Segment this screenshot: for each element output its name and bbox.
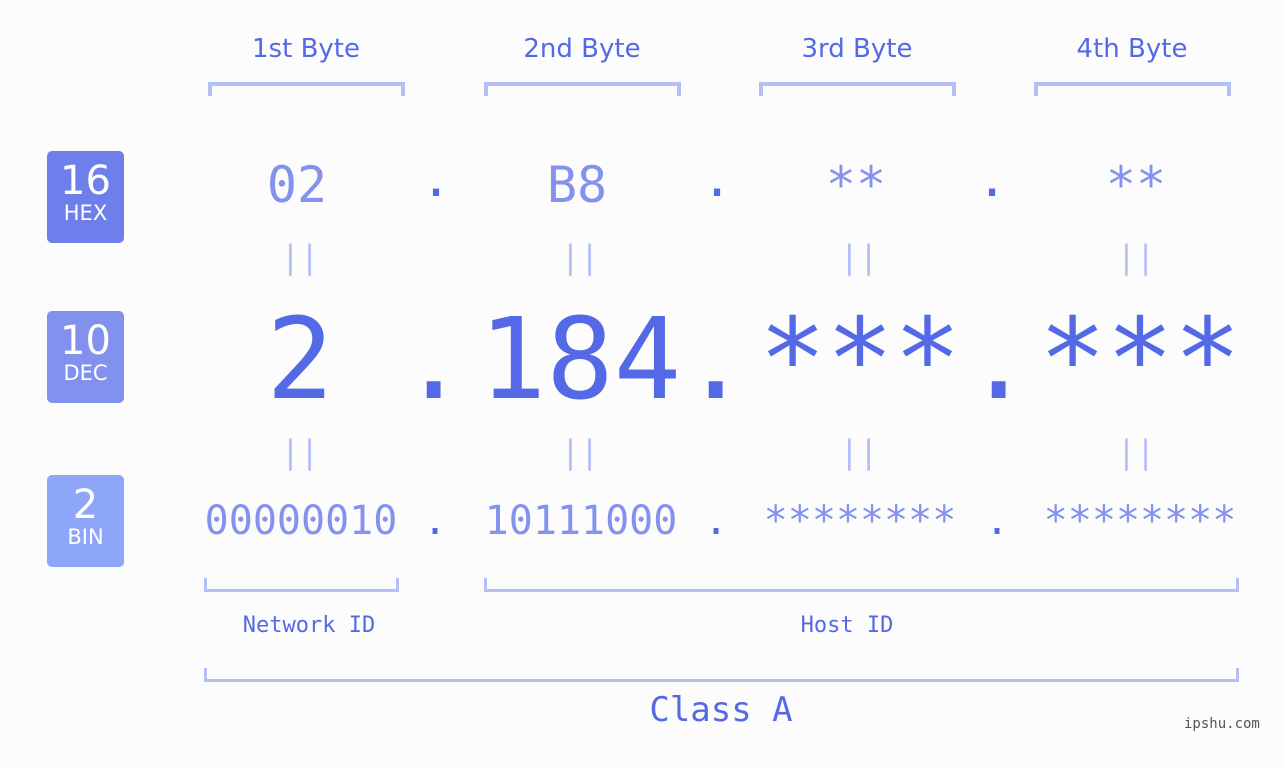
bin-separator-1: .: [423, 498, 448, 544]
host-id-bracket: [484, 578, 1239, 592]
equals-dec-bin-1: ||: [280, 433, 320, 471]
byte-header-3: 3rd Byte: [801, 34, 913, 64]
byte-bracket-3: [759, 82, 956, 96]
equals-hex-dec-3: ||: [839, 238, 879, 276]
hex-separator-3: .: [977, 150, 1008, 208]
bin-value-2: 10111000: [484, 498, 678, 544]
hex-badge: 16 HEX: [47, 151, 124, 243]
bin-base-label: BIN: [67, 525, 104, 549]
hex-value-4: **: [1105, 156, 1167, 214]
hex-separator-1: .: [421, 150, 452, 208]
dec-value-4: ***: [1038, 295, 1242, 425]
byte-bracket-4: [1034, 82, 1231, 96]
byte-header-1: 1st Byte: [252, 34, 360, 64]
byte-header-2: 2nd Byte: [523, 34, 641, 64]
class-bracket: [204, 668, 1239, 682]
dec-value-2: 184: [478, 295, 682, 425]
bin-value-1: 00000010: [204, 498, 398, 544]
bin-separator-3: .: [985, 498, 1010, 544]
equals-dec-bin-4: ||: [1116, 433, 1156, 471]
bin-separator-2: .: [704, 498, 729, 544]
dec-value-1: 2: [266, 295, 334, 425]
dec-value-3: ***: [758, 295, 962, 425]
equals-hex-dec-1: ||: [280, 238, 320, 276]
class-label: Class A: [649, 690, 793, 730]
byte-header-4: 4th Byte: [1076, 34, 1188, 64]
hex-value-2: B8: [546, 156, 608, 214]
equals-hex-dec-2: ||: [560, 238, 600, 276]
hex-value-1: 02: [266, 156, 328, 214]
watermark: ipshu.com: [1184, 716, 1260, 732]
bin-badge: 2 BIN: [47, 475, 124, 567]
dec-badge: 10 DEC: [47, 311, 124, 403]
dec-base-label: DEC: [63, 361, 108, 385]
hex-separator-2: .: [702, 150, 733, 208]
hex-base-label: HEX: [63, 201, 108, 225]
bin-base-number: 2: [72, 482, 99, 528]
equals-dec-bin-3: ||: [839, 433, 879, 471]
hex-base-number: 16: [60, 158, 111, 204]
dec-separator-1: .: [400, 295, 468, 425]
dec-separator-3: .: [965, 295, 1033, 425]
dec-base-number: 10: [60, 318, 111, 364]
host-id-label: Host ID: [800, 613, 894, 638]
network-id-label: Network ID: [242, 613, 376, 638]
hex-value-3: **: [825, 156, 887, 214]
byte-bracket-1: [208, 82, 405, 96]
equals-dec-bin-2: ||: [560, 433, 600, 471]
network-id-bracket: [204, 578, 399, 592]
bin-value-4: ********: [1043, 498, 1237, 544]
dec-separator-2: .: [682, 295, 750, 425]
bin-value-3: ********: [763, 498, 957, 544]
equals-hex-dec-4: ||: [1116, 238, 1156, 276]
byte-bracket-2: [484, 82, 681, 96]
